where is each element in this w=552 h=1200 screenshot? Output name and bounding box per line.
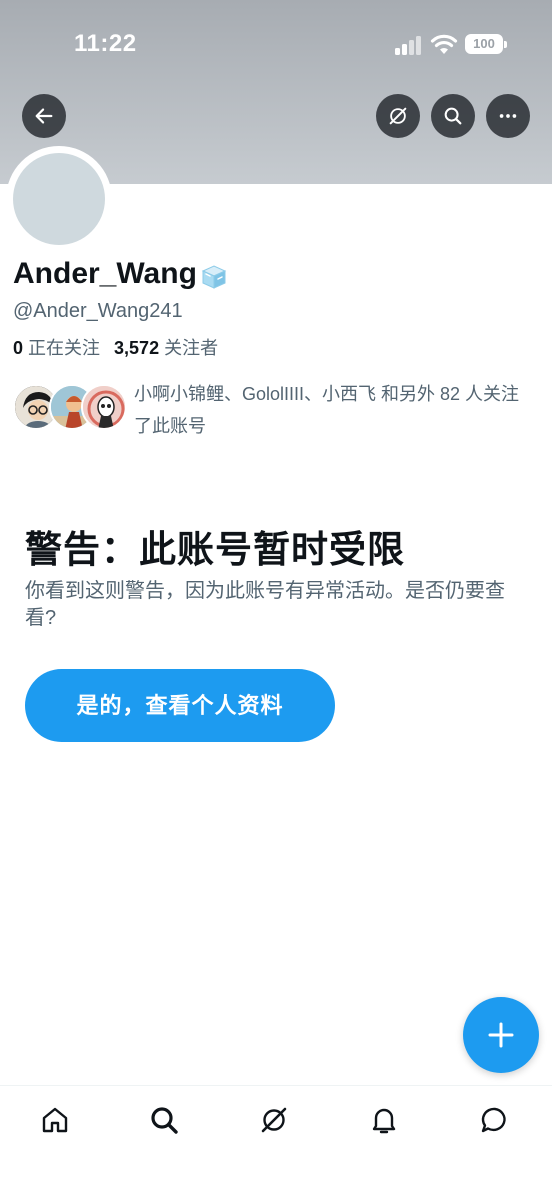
messages-icon — [481, 1107, 506, 1133]
warning-message: 你看到这则警告，因为此账号有异常活动。是否仍要查看? — [25, 580, 505, 629]
display-name: Ander_Wang — [13, 257, 197, 290]
more-dots-icon — [499, 114, 517, 118]
followers-count: 3,572 — [114, 338, 160, 358]
tab-search[interactable] — [144, 1100, 184, 1140]
tab-home[interactable] — [35, 1100, 75, 1140]
view-profile-button[interactable]: 是的，查看个人资料 — [25, 669, 335, 742]
followed-by-text: 小啊小锦鲤、GololIIII、小西飞 和另外 82 人关注了此账号 — [134, 384, 520, 436]
avatar[interactable] — [13, 153, 105, 245]
following-label: 正在关注 — [28, 338, 101, 358]
cellular-signal-icon — [395, 36, 421, 55]
search-icon — [151, 1107, 178, 1134]
followers-link[interactable]: 3,572 关注者 — [114, 338, 218, 358]
ice-cube-icon — [201, 265, 227, 289]
search-icon — [444, 107, 462, 125]
tab-notifications[interactable] — [364, 1100, 404, 1140]
plus-icon — [488, 1022, 514, 1048]
arrow-left-icon — [35, 108, 53, 124]
followed-by-section[interactable]: 小啊小锦鲤、GololIIII、小西飞 和另外 82 人关注了此账号 — [13, 378, 543, 438]
follow-stats: 0 正在关注 3,572 关注者 — [13, 334, 218, 360]
search-button[interactable] — [431, 94, 475, 138]
grok-icon — [261, 1107, 287, 1133]
tab-grok[interactable] — [254, 1100, 294, 1140]
grok-icon — [389, 107, 407, 125]
status-time: 11:22 — [74, 30, 137, 57]
bell-icon — [372, 1108, 396, 1134]
home-icon — [42, 1107, 68, 1133]
status-bar: 11:22 100 — [0, 0, 552, 90]
warning-title: 警告：此账号暂时受限 — [25, 529, 405, 570]
more-button[interactable] — [486, 94, 530, 138]
compose-button[interactable] — [463, 997, 539, 1073]
wifi-icon — [430, 34, 458, 54]
user-handle: @Ander_Wang241 — [13, 300, 183, 322]
grok-button[interactable] — [376, 94, 420, 138]
back-button[interactable] — [22, 94, 66, 138]
follower-avatar — [81, 384, 127, 430]
battery-indicator: 100 — [465, 34, 507, 54]
bottom-tab-bar — [0, 1085, 552, 1200]
tab-messages[interactable] — [475, 1100, 515, 1140]
following-link[interactable]: 0 正在关注 — [13, 338, 100, 358]
following-count: 0 — [13, 338, 24, 358]
followers-label: 关注者 — [164, 338, 219, 358]
